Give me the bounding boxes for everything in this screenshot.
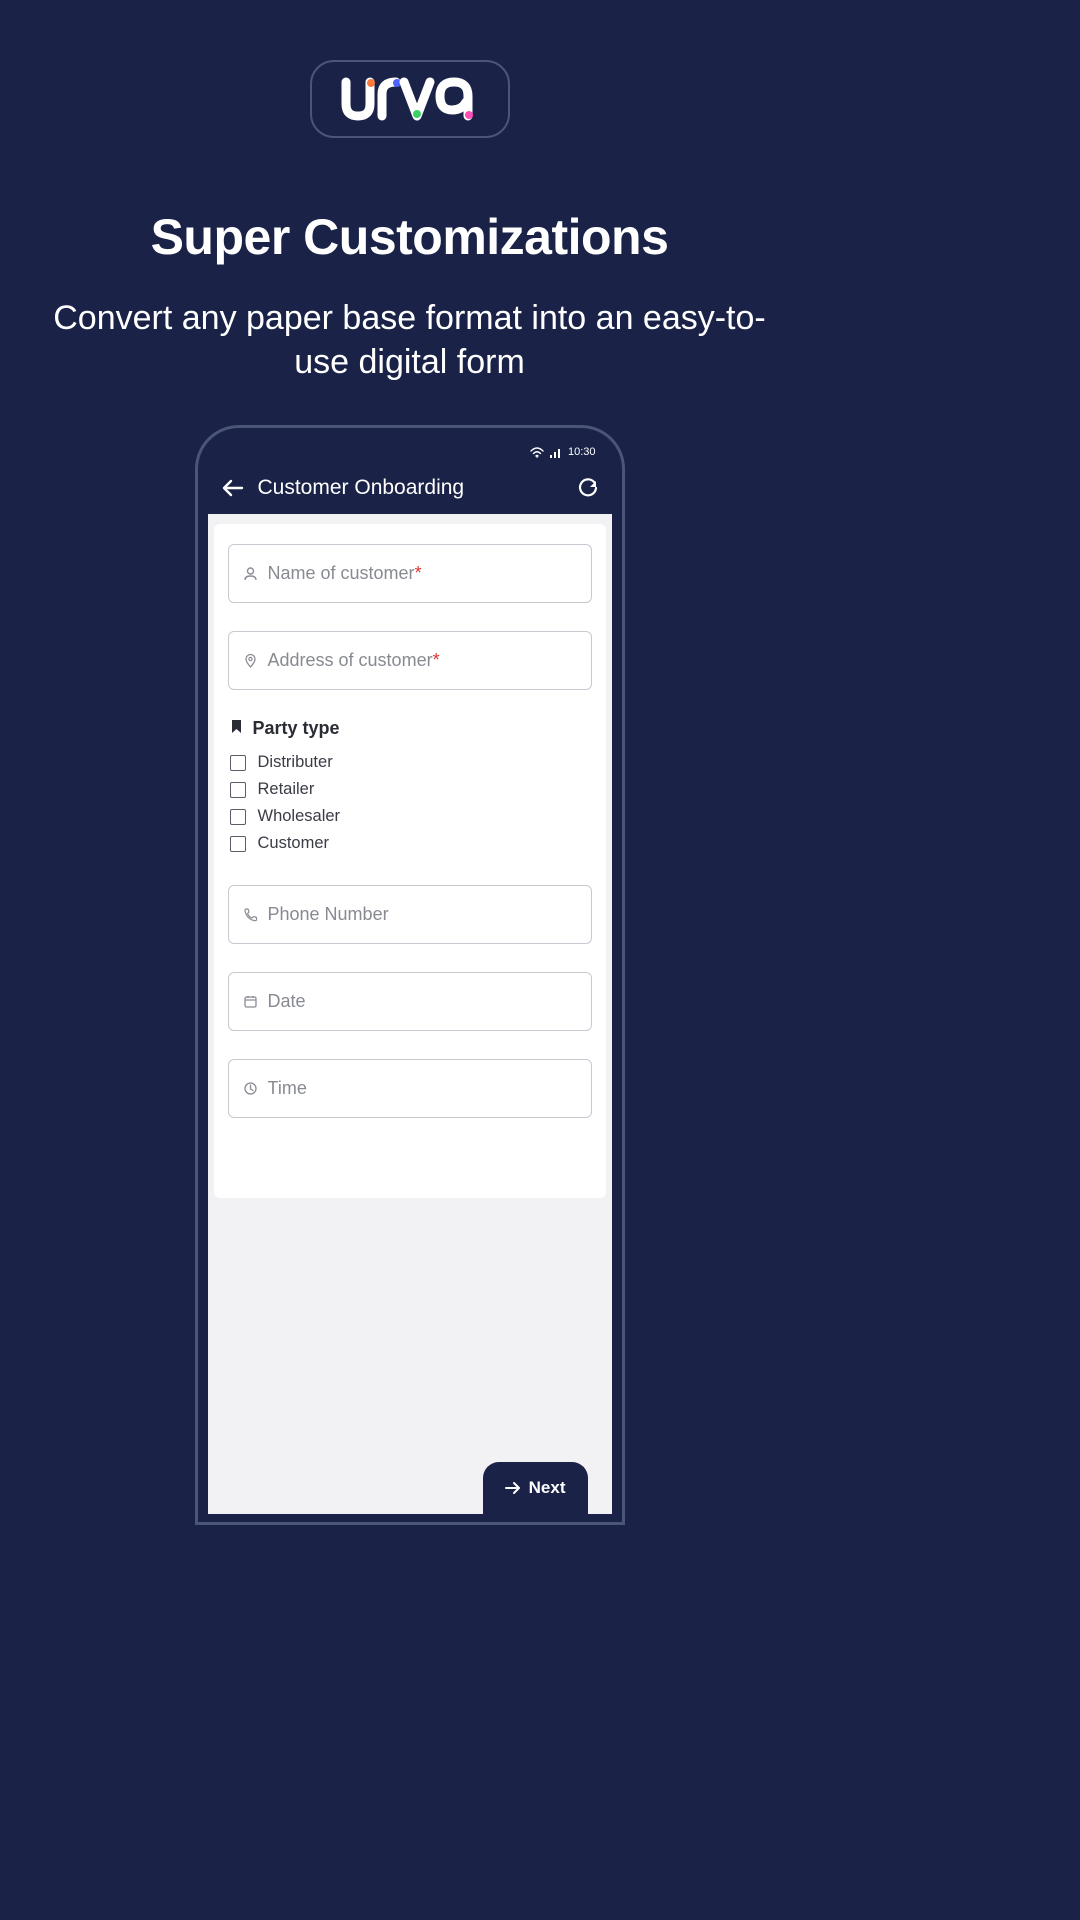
- form-container: Name of customer* Address of customer*: [208, 514, 612, 1514]
- phone-icon: [243, 907, 258, 922]
- back-button[interactable]: [222, 479, 244, 497]
- party-type-option-distributer[interactable]: Distributer: [230, 749, 592, 776]
- status-time: 10:30: [568, 446, 596, 458]
- checkbox-icon: [230, 755, 246, 771]
- address-placeholder: Address of customer*: [268, 650, 440, 671]
- address-field[interactable]: Address of customer*: [228, 631, 592, 690]
- party-type-option-customer[interactable]: Customer: [230, 830, 592, 857]
- date-placeholder: Date: [268, 991, 306, 1012]
- party-type-options: Distributer Retailer Wholesaler Customer: [228, 749, 592, 857]
- arrow-right-icon: [505, 1481, 521, 1495]
- party-type-header: Party type: [228, 718, 592, 739]
- party-type-option-retailer[interactable]: Retailer: [230, 776, 592, 803]
- phone-field[interactable]: Phone Number: [228, 885, 592, 944]
- checkbox-icon: [230, 782, 246, 798]
- option-label: Retailer: [258, 780, 315, 799]
- status-bar: 10:30: [208, 438, 612, 466]
- hero-subheadline: Convert any paper base format into an ea…: [0, 296, 819, 384]
- next-button[interactable]: Next: [483, 1462, 588, 1522]
- party-type-label: Party type: [253, 718, 340, 739]
- phone-frame: 10:30 Customer Onboarding: [195, 425, 625, 1525]
- name-field[interactable]: Name of customer*: [228, 544, 592, 603]
- bookmark-icon: [230, 719, 243, 739]
- screen-title: Customer Onboarding: [258, 476, 564, 500]
- checkbox-icon: [230, 809, 246, 825]
- next-label: Next: [529, 1478, 566, 1498]
- brand-logo: [310, 60, 510, 138]
- date-field[interactable]: Date: [228, 972, 592, 1031]
- signal-icon: [549, 447, 563, 458]
- back-arrow-icon: [222, 479, 244, 497]
- name-placeholder: Name of customer*: [268, 563, 422, 584]
- time-field[interactable]: Time: [228, 1059, 592, 1118]
- clock-icon: [243, 1081, 258, 1096]
- urva-logo-icon: [340, 76, 480, 122]
- time-placeholder: Time: [268, 1078, 307, 1099]
- form-card: Name of customer* Address of customer*: [214, 524, 606, 1198]
- checkbox-icon: [230, 836, 246, 852]
- option-label: Wholesaler: [258, 807, 341, 826]
- app-header: Customer Onboarding: [208, 466, 612, 514]
- party-type-option-wholesaler[interactable]: Wholesaler: [230, 803, 592, 830]
- option-label: Customer: [258, 834, 330, 853]
- person-icon: [243, 566, 258, 581]
- option-label: Distributer: [258, 753, 333, 772]
- calendar-icon: [243, 994, 258, 1009]
- phone-screen: 10:30 Customer Onboarding: [208, 438, 612, 1522]
- wifi-icon: [530, 447, 544, 458]
- hero-headline: Super Customizations: [0, 208, 819, 266]
- refresh-icon: [578, 478, 598, 498]
- location-icon: [243, 653, 258, 668]
- logo-container: [0, 0, 819, 138]
- phone-placeholder: Phone Number: [268, 904, 389, 925]
- refresh-button[interactable]: [578, 478, 598, 498]
